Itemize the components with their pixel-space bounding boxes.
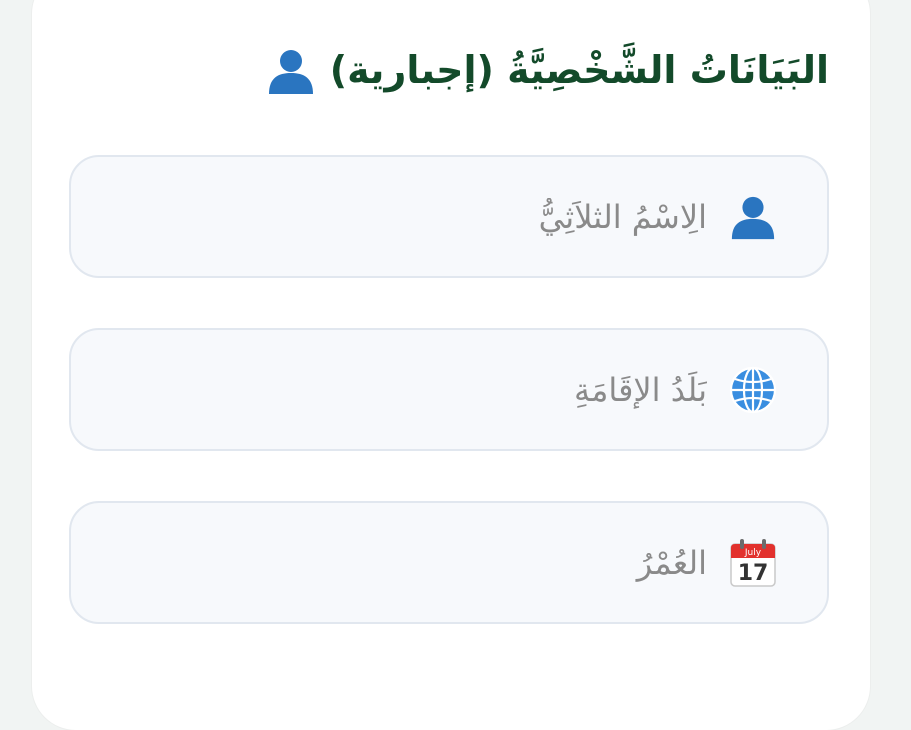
age-field[interactable]: July 17 xyxy=(69,501,829,624)
country-field[interactable] xyxy=(69,328,829,451)
person-icon xyxy=(266,46,316,96)
age-input[interactable] xyxy=(71,503,827,622)
full-name-field[interactable] xyxy=(69,155,829,278)
section-header: البَيَانَاتُ الشَّخْصِيَّةُ (إجبارية) xyxy=(266,46,829,96)
section-title: البَيَانَاتُ الشَّخْصِيَّةُ (إجبارية) xyxy=(329,48,829,93)
full-name-input[interactable] xyxy=(71,157,827,276)
country-input[interactable] xyxy=(71,330,827,449)
